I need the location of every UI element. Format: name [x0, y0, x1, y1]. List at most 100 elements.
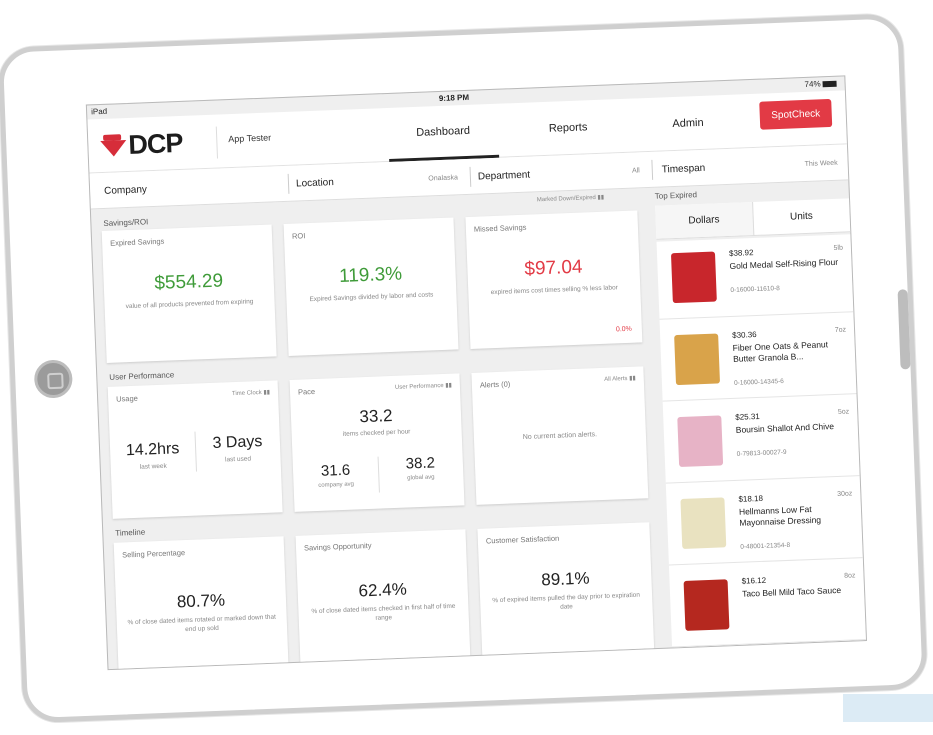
- filter-separator: [470, 167, 472, 187]
- filter-company[interactable]: Company: [103, 166, 284, 209]
- card-value: $97.04: [467, 254, 640, 283]
- battery-status: 74%: [804, 79, 836, 89]
- user-performance-link[interactable]: User Performance ▮▮: [395, 382, 452, 391]
- alerts-card[interactable]: Alerts (0) All Alerts ▮▮ No current acti…: [471, 366, 648, 505]
- product-image: [677, 415, 723, 467]
- user-name: App Tester: [228, 132, 271, 144]
- expired-savings-card[interactable]: Expired Savings $554.29 value of all pro…: [102, 225, 277, 363]
- tab-reports[interactable]: Reports: [517, 99, 619, 157]
- list-item[interactable]: $38.925lbGold Medal Self-Rising Flour0-1…: [657, 234, 854, 319]
- bar-chart-icon: ▮▮: [629, 376, 636, 382]
- filter-department[interactable]: DepartmentAll: [477, 152, 648, 194]
- card-description: % of expired items pulled the day prior …: [490, 591, 643, 615]
- tablet-device: iPad 9:18 PM 74% DCP App Tester Dashboar…: [0, 0, 933, 735]
- item-price: $16.12: [741, 576, 766, 586]
- card-value: 80.7%: [116, 588, 287, 615]
- card-title: Customer Satisfaction: [486, 534, 560, 546]
- company-average: 31.6: [293, 461, 379, 481]
- missed-savings-percent: 0.0%: [616, 326, 632, 334]
- device-label: iPad: [91, 107, 107, 117]
- card-title: Selling Percentage: [122, 548, 185, 559]
- top-expired-title: Top Expired: [655, 190, 698, 201]
- dcp-logo[interactable]: DCP: [100, 128, 183, 161]
- logo-mark-icon: [100, 134, 127, 157]
- logo-text: DCP: [128, 127, 183, 160]
- savings-opportunity-card[interactable]: Savings Opportunity 62.4% % of close dat…: [296, 529, 471, 667]
- usage-card[interactable]: Usage Time Clock ▮▮ 14.2hrs last week 3 …: [108, 380, 283, 518]
- alerts-empty-message: No current action alerts.: [484, 429, 636, 444]
- missed-savings-card[interactable]: Missed Savings $97.04 expired items cost…: [465, 210, 642, 349]
- item-name: Taco Bell Mild Taco Sauce: [742, 584, 854, 599]
- tab-dashboard[interactable]: Dashboard: [387, 104, 499, 162]
- list-item[interactable]: $18.18 30oz Hellmanns Low Fat Mayonnaise D…: [666, 480, 863, 565]
- spotcheck-button[interactable]: SpotCheck: [759, 99, 832, 130]
- card-description: % of close dated items checked in first …: [308, 602, 459, 626]
- product-image: [684, 579, 730, 631]
- usage-hours: 14.2hrs: [110, 440, 196, 461]
- card-title: Usage: [116, 394, 138, 404]
- pace-card[interactable]: Pace User Performance ▮▮ 33.2 items chec…: [290, 373, 465, 511]
- item-name: Fiber One Oats & Peanut Butter Granola B…: [732, 339, 845, 365]
- card-title: Expired Savings: [110, 237, 165, 248]
- item-size: 5oz: [838, 408, 850, 415]
- card-title: Savings Opportunity: [304, 541, 372, 553]
- global-average: 38.2: [378, 453, 464, 473]
- card-title: Missed Savings: [474, 223, 527, 234]
- battery-icon: [822, 81, 836, 88]
- item-price: $18.18: [738, 494, 763, 504]
- card-value: $554.29: [103, 268, 274, 297]
- card-value: 89.1%: [479, 566, 652, 593]
- card-value: 119.3%: [285, 261, 456, 290]
- clock: 9:18 PM: [439, 93, 470, 103]
- item-price: $38.92: [729, 248, 754, 258]
- top-expired-tabs: Dollars Units: [655, 198, 850, 239]
- filter-separator: [288, 174, 290, 194]
- all-alerts-link[interactable]: All Alerts ▮▮: [604, 375, 636, 383]
- section-timeline-title: Timeline: [115, 528, 145, 538]
- item-size: 8oz: [844, 572, 856, 579]
- item-name: Hellmanns Low Fat Mayonnaise Dressing: [739, 502, 852, 528]
- bar-chart-icon: ▮▮: [597, 195, 604, 201]
- item-upc: 0-16000-14345-6: [734, 378, 784, 387]
- roi-card[interactable]: ROI 119.3% Expired Savings divided by la…: [284, 218, 459, 356]
- app-screen: iPad 9:18 PM 74% DCP App Tester Dashboar…: [86, 75, 867, 670]
- card-description: % of close dated items rotated or marked…: [127, 613, 278, 637]
- item-size: 30oz: [837, 490, 852, 498]
- usage-days-label: last used: [195, 454, 280, 464]
- list-item[interactable]: $25.315ozBoursin Shallot And Chive0-7981…: [663, 398, 860, 483]
- item-size: 7oz: [835, 327, 847, 334]
- tab-admin[interactable]: Admin: [647, 95, 729, 152]
- customer-satisfaction-card[interactable]: Customer Satisfaction 89.1% % of expired…: [477, 522, 654, 661]
- card-title: Pace: [298, 387, 315, 397]
- top-expired-panel: Top Expired Dollars Units $38.925lbGold …: [650, 180, 867, 649]
- item-name: Gold Medal Self-Rising Flour: [729, 257, 841, 272]
- card-title: ROI: [292, 231, 306, 241]
- tab-units[interactable]: Units: [753, 198, 851, 235]
- filter-location[interactable]: LocationOnalaska: [295, 159, 466, 201]
- item-upc: 0-79813-00027-9: [737, 449, 787, 458]
- filter-separator: [651, 160, 653, 180]
- item-price: $30.36: [732, 330, 757, 340]
- selling-percentage-card[interactable]: Selling Percentage 80.7% % of close date…: [114, 536, 289, 670]
- savings-filter-label[interactable]: Marked Down/Expired ▮▮: [537, 194, 605, 204]
- card-description: Expired Savings divided by labor and cos…: [296, 290, 446, 305]
- list-item[interactable]: $30.36 7oz Fiber One Oats & Peanut Butter …: [660, 316, 857, 401]
- tab-dollars[interactable]: Dollars: [655, 202, 754, 239]
- time-clock-link[interactable]: Time Clock ▮▮: [232, 389, 270, 397]
- product-image: [674, 333, 720, 385]
- section-user-performance-title: User Performance: [109, 370, 174, 381]
- usage-hours-label: last week: [111, 462, 196, 472]
- card-description: value of all products prevented from exp…: [114, 297, 264, 312]
- item-upc: 0-16000-11610-8: [730, 285, 780, 294]
- card-value: 62.4%: [297, 577, 468, 604]
- item-upc: 0-48001-21354-8: [740, 542, 790, 551]
- usage-days: 3 Days: [195, 432, 281, 453]
- product-image: [671, 252, 717, 304]
- bar-chart-icon: ▮▮: [263, 390, 270, 396]
- section-savings-title: Savings/ROI: [103, 217, 148, 228]
- product-image: [680, 497, 726, 549]
- list-item[interactable]: $16.12 8oz Taco Bell Mild Taco Sauce: [669, 562, 866, 647]
- card-title: Alerts (0): [480, 379, 511, 389]
- item-name: Boursin Shallot And Chive: [736, 421, 848, 436]
- global-average-label: global avg: [378, 473, 463, 482]
